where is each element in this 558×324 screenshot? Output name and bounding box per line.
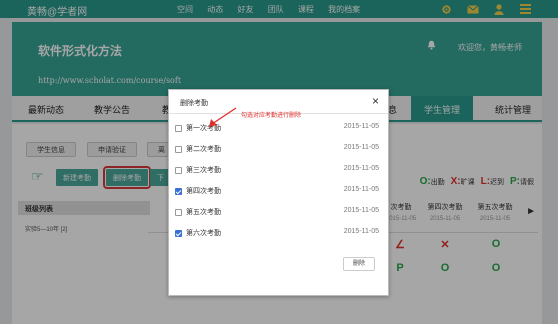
delete-attendance-dialog: 删除考勤 × 勾选对应考勤进行删除 第一次考勤 2015-11-05 第二次考勤… bbox=[168, 89, 389, 296]
attendance-option-label: 第五次考勤 bbox=[186, 209, 221, 216]
attendance-option-label: 第四次考勤 bbox=[186, 188, 221, 195]
attendance-option-label: 第二次考勤 bbox=[186, 146, 221, 153]
attendance-option-label: 第六次考勤 bbox=[186, 230, 221, 237]
checkbox-checked[interactable] bbox=[175, 230, 182, 237]
attendance-option[interactable]: 第六次考勤 2015-11-05 bbox=[175, 228, 385, 240]
delete-button[interactable]: 删除 bbox=[343, 257, 375, 271]
attendance-option[interactable]: 第五次考勤 2015-11-05 bbox=[175, 207, 385, 219]
checkbox[interactable] bbox=[175, 209, 182, 216]
dialog-hint: 勾选对应考勤进行删除 bbox=[241, 113, 302, 119]
attendance-option-date: 2015-11-05 bbox=[343, 207, 379, 214]
checkbox[interactable] bbox=[175, 167, 182, 174]
checkbox-checked[interactable] bbox=[175, 188, 182, 195]
annotation-arrow-icon bbox=[209, 107, 237, 127]
attendance-option[interactable]: 第四次考勤 2015-11-05 bbox=[175, 186, 385, 198]
attendance-option-date: 2015-11-05 bbox=[343, 144, 379, 151]
attendance-option-date: 2015-11-05 bbox=[343, 186, 379, 193]
checkbox[interactable] bbox=[175, 125, 182, 132]
attendance-option-date: 2015-11-05 bbox=[343, 165, 379, 172]
attendance-option-date: 2015-11-05 bbox=[343, 228, 379, 235]
close-icon[interactable]: × bbox=[372, 94, 379, 108]
attendance-option-label: 第三次考勤 bbox=[186, 167, 221, 174]
dialog-title: 删除考勤 bbox=[180, 100, 208, 107]
checkbox[interactable] bbox=[175, 146, 182, 153]
attendance-option[interactable]: 第二次考勤 2015-11-05 bbox=[175, 144, 385, 156]
attendance-option[interactable]: 第三次考勤 2015-11-05 bbox=[175, 165, 385, 177]
attendance-option-date: 2015-11-05 bbox=[343, 123, 379, 130]
